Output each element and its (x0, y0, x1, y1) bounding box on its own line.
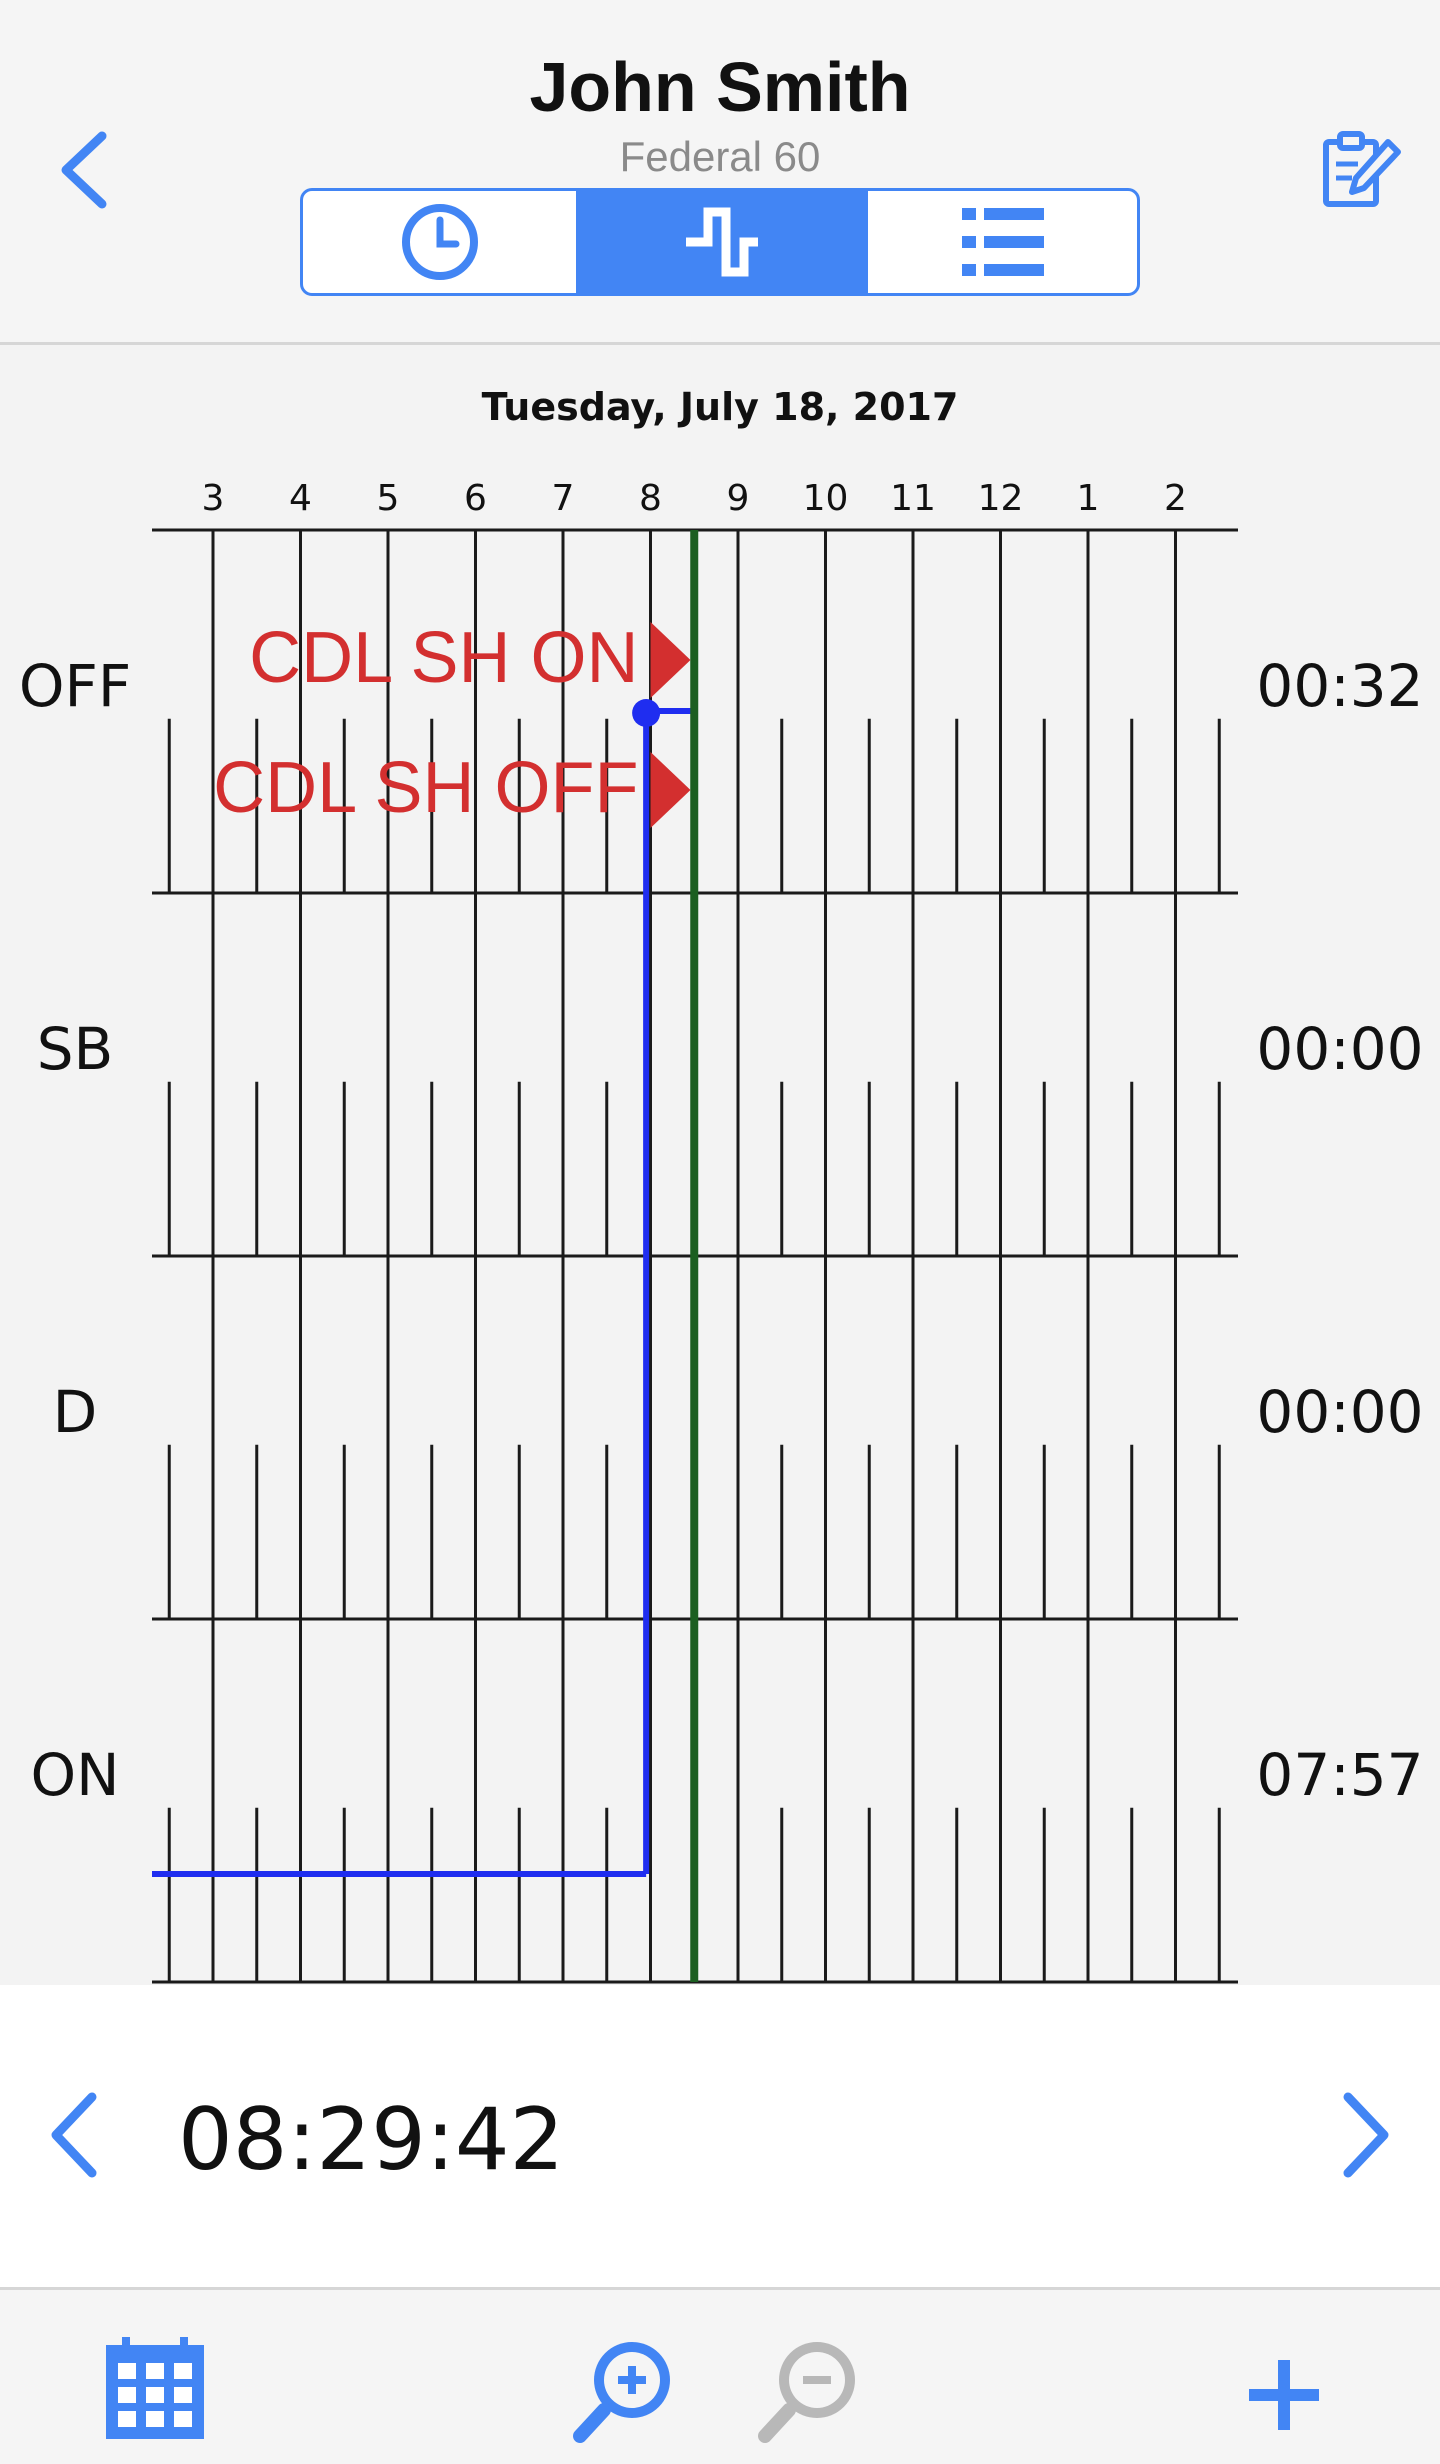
edit-log-icon (1323, 131, 1401, 207)
tab-list[interactable] (865, 191, 1137, 293)
header: John Smith Federal 60 (0, 0, 1440, 345)
status-label-on: ON (30, 1741, 119, 1809)
status-change-dot (632, 699, 661, 727)
hour-tick-label: 7 (552, 478, 575, 519)
hour-tick-label: 2 (1164, 478, 1187, 519)
event-flag-icon (650, 622, 691, 698)
hour-tick-label: 10 (803, 478, 849, 519)
zoom-out-button[interactable] (755, 2330, 875, 2450)
tab-graph[interactable] (579, 191, 865, 293)
add-event-button[interactable] (1245, 2345, 1325, 2445)
hour-tick-label: 5 (377, 478, 400, 519)
hour-tick-label: 9 (727, 478, 750, 519)
previous-event-button[interactable] (40, 2085, 110, 2185)
hour-tick-label: 11 (890, 478, 936, 519)
view-tabs (300, 188, 1140, 296)
bottom-toolbar (0, 2290, 1440, 2464)
log-graph-svg: 3 4 5 6 7 8 9 10 11 12 1 2OFF 00:32SB 00:00D 00:00ON 07… (19, 478, 1424, 1984)
status-total-on: 07:57 (1256, 1741, 1423, 1809)
event-flag-icon (650, 752, 691, 828)
rule-set-label: Federal 60 (619, 133, 821, 180)
add-icon (1249, 2360, 1319, 2430)
hour-tick-label: 4 (289, 478, 312, 519)
zoom-in-button[interactable] (570, 2330, 690, 2450)
hour-tick-label: 3 (202, 478, 225, 519)
log-graph[interactable]: Tuesday, July 18, 2017 3 4 5 6 7 8 9 10 11 12 1 2 OF… (0, 345, 1440, 1985)
chevron-right-icon (1343, 2092, 1389, 2178)
list-icon (961, 208, 1044, 276)
zoom-in-icon (573, 2342, 670, 2443)
status-total-sb: 00:00 (1256, 1015, 1423, 1083)
hour-tick-label: 8 (639, 478, 662, 519)
calendar-icon (106, 2337, 204, 2439)
status-total-d: 00:00 (1256, 1378, 1423, 1446)
clock-icon (401, 204, 478, 280)
zoom-out-icon (758, 2342, 855, 2443)
tab-clock[interactable] (303, 191, 579, 293)
status-label-d: D (53, 1378, 98, 1446)
time-navigator: 08:29:42 (0, 1985, 1440, 2290)
hour-tick-label: 1 (1077, 478, 1100, 519)
event-label: CDL SH OFF (213, 748, 638, 828)
edit-log-button[interactable] (1318, 128, 1404, 212)
status-label-off: OFF (19, 652, 131, 720)
status-label-sb: SB (37, 1015, 114, 1083)
status-total-off: 00:32 (1256, 652, 1423, 720)
hour-tick-label: 12 (978, 478, 1024, 519)
driver-name: John Smith (529, 48, 911, 126)
calendar-button[interactable] (100, 2335, 210, 2445)
event-label: CDL SH ON (249, 618, 638, 698)
hour-tick-label: 6 (464, 478, 487, 519)
chevron-left-icon (51, 2092, 97, 2178)
current-time: 08:29:42 (178, 2090, 565, 2190)
next-event-button[interactable] (1330, 2085, 1400, 2185)
graph-icon (686, 207, 758, 277)
